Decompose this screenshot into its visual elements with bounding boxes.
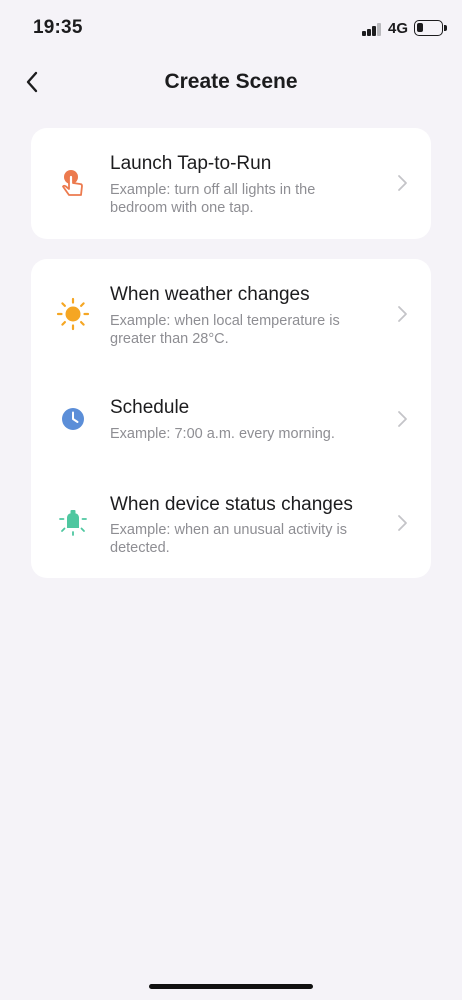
option-description: Example: when an unusual activity is det…: [110, 522, 347, 556]
option-when-weather-changes[interactable]: When weather changes Example: when local…: [31, 259, 431, 369]
tap-hand-icon: [62, 170, 83, 196]
nav-bar: Create Scene: [0, 56, 462, 108]
option-description: Example: 7:00 a.m. every morning.: [110, 426, 335, 442]
status-time: 19:35: [33, 17, 83, 38]
condition-options-card: When weather changes Example: when local…: [31, 259, 431, 578]
status-bar: 19:35 4G: [0, 0, 462, 56]
network-type: 4G: [388, 20, 409, 37]
option-title: When device status changes: [110, 494, 353, 515]
tap-to-run-card: Launch Tap-to-Run Example: turn off all …: [31, 128, 431, 239]
home-indicator[interactable]: [149, 984, 313, 989]
option-title: When weather changes: [110, 284, 310, 305]
option-description: Example: turn off all lights in the bedr…: [110, 182, 316, 216]
battery-icon: [414, 20, 447, 36]
option-launch-tap-to-run[interactable]: Launch Tap-to-Run Example: turn off all …: [31, 128, 431, 239]
option-description: Example: when local temperature is great…: [110, 313, 340, 347]
option-title: Schedule: [110, 397, 190, 418]
option-when-device-status-changes[interactable]: When device status changes Example: when…: [31, 469, 431, 578]
clock-icon: [62, 408, 84, 430]
chevron-right-icon: [398, 306, 407, 322]
page-title: Create Scene: [164, 70, 298, 93]
chevron-right-icon: [398, 175, 407, 191]
chevron-right-icon: [398, 515, 407, 531]
device-bulb-icon: [59, 510, 87, 536]
option-title: Launch Tap-to-Run: [110, 153, 272, 174]
create-scene-screen: 19:35 4G Create Scene Launch Tap-to-Run …: [0, 0, 462, 1000]
option-schedule[interactable]: Schedule Example: 7:00 a.m. every mornin…: [31, 369, 431, 469]
sun-icon: [56, 297, 90, 331]
chevron-right-icon: [398, 411, 407, 427]
signal-icon: [362, 23, 382, 36]
